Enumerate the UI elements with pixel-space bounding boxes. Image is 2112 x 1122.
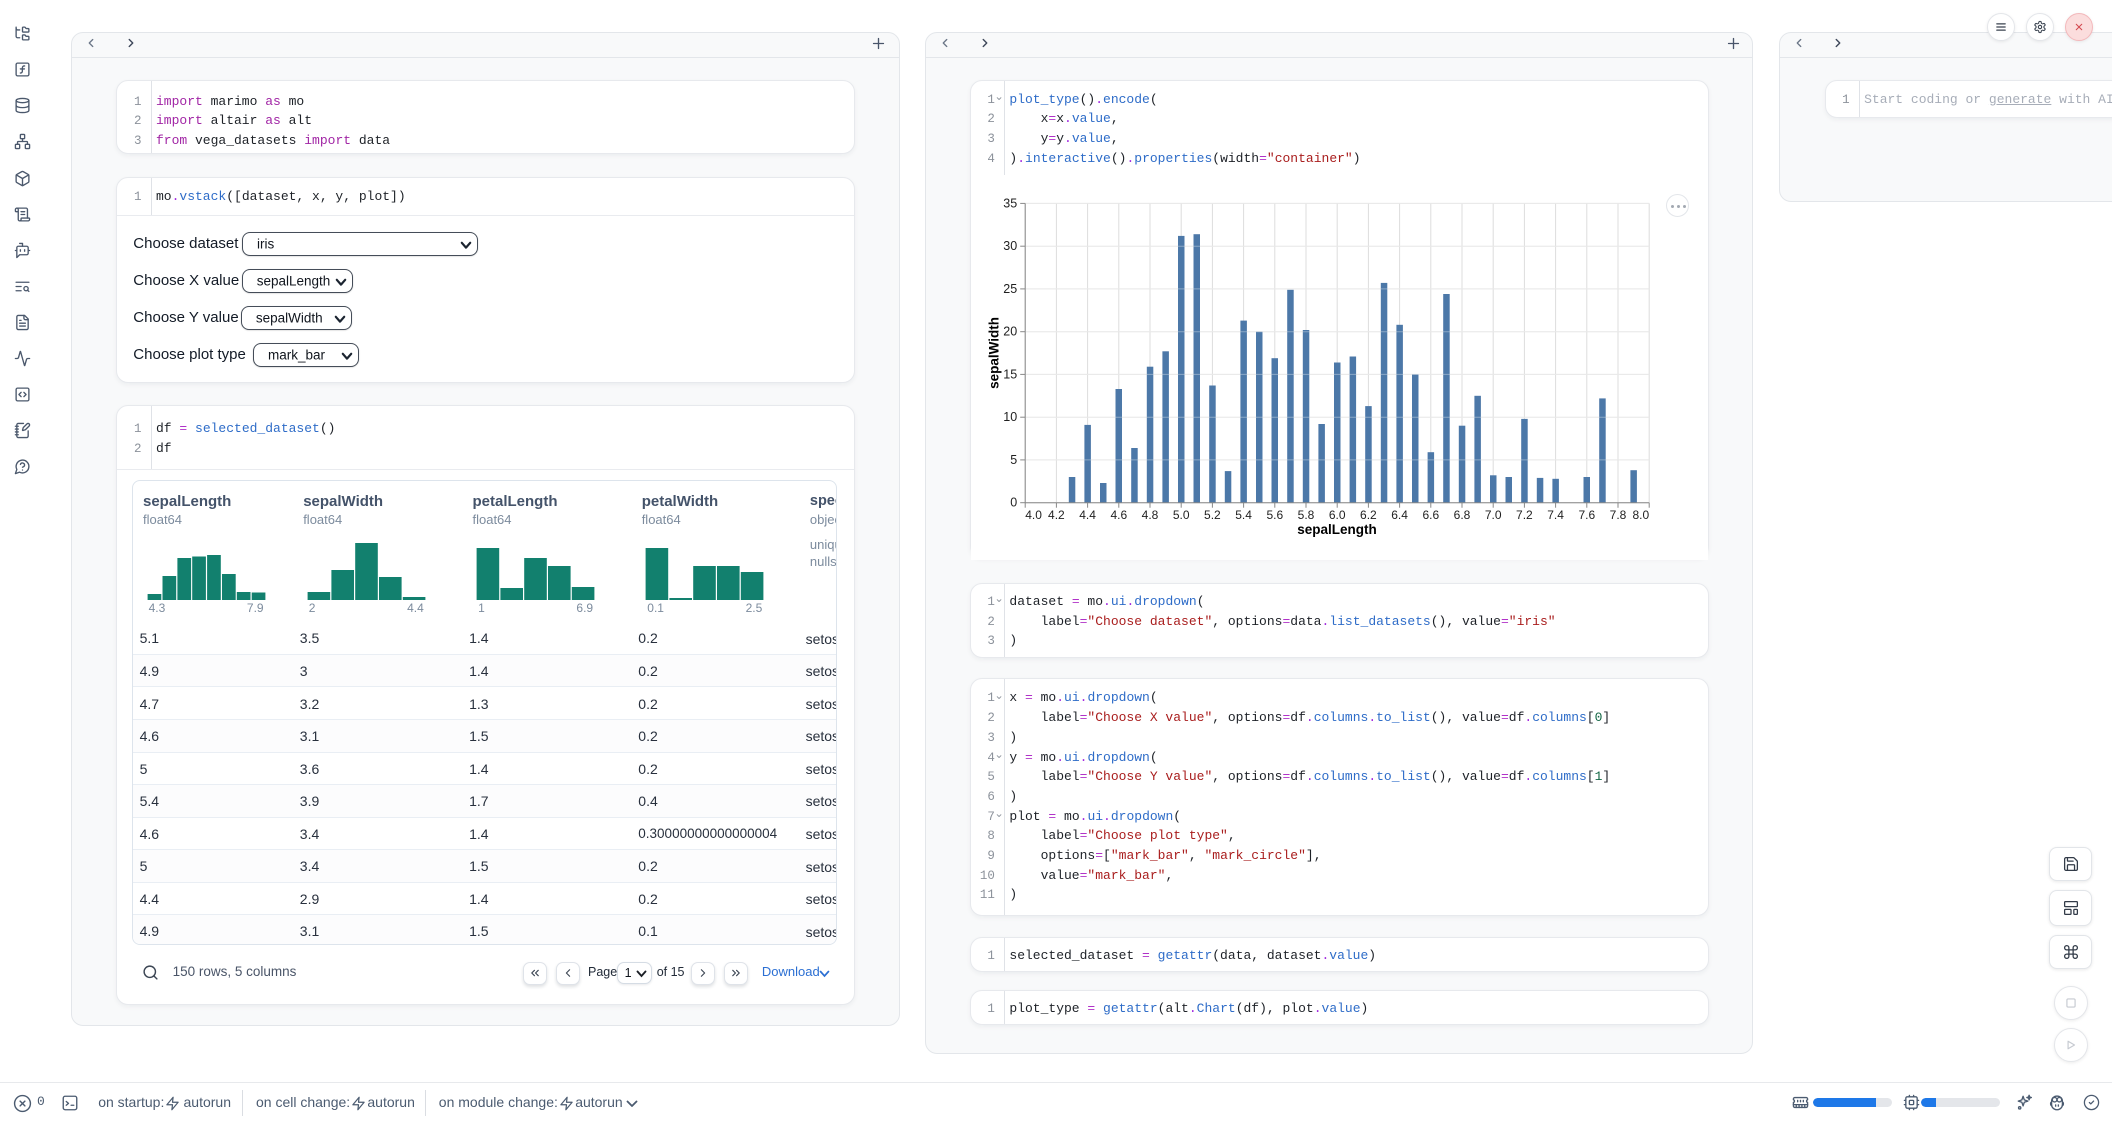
svg-text:8.0: 8.0 <box>1632 507 1649 521</box>
svg-text:7.4: 7.4 <box>1547 507 1564 521</box>
svg-text:5.0: 5.0 <box>1173 507 1190 521</box>
svg-text:7.0: 7.0 <box>1485 507 1502 521</box>
svg-text:30: 30 <box>1003 239 1017 253</box>
svg-text:0: 0 <box>1010 495 1017 509</box>
svg-text:5.2: 5.2 <box>1204 507 1221 521</box>
svg-text:25: 25 <box>1003 281 1017 295</box>
svg-text:7.6: 7.6 <box>1578 507 1595 521</box>
svg-text:5: 5 <box>1010 452 1017 466</box>
svg-text:4.6: 4.6 <box>1110 507 1127 521</box>
svg-text:5.6: 5.6 <box>1266 507 1283 521</box>
svg-text:6.6: 6.6 <box>1422 507 1439 521</box>
svg-text:4.2: 4.2 <box>1048 507 1065 521</box>
svg-text:5.4: 5.4 <box>1235 507 1252 521</box>
svg-text:20: 20 <box>1003 324 1017 338</box>
svg-text:sepalLength: sepalLength <box>1297 522 1377 537</box>
svg-text:6.2: 6.2 <box>1360 507 1377 521</box>
svg-text:6.8: 6.8 <box>1453 507 1470 521</box>
svg-text:35: 35 <box>1003 196 1017 210</box>
svg-text:10: 10 <box>1003 410 1017 424</box>
svg-text:4.8: 4.8 <box>1141 507 1158 521</box>
svg-text:4.0: 4.0 <box>1025 507 1042 521</box>
svg-text:5.8: 5.8 <box>1297 507 1314 521</box>
svg-text:7.8: 7.8 <box>1609 507 1626 521</box>
svg-text:6.4: 6.4 <box>1391 507 1408 521</box>
svg-text:7.2: 7.2 <box>1516 507 1533 521</box>
svg-text:15: 15 <box>1003 367 1017 381</box>
svg-text:6.0: 6.0 <box>1329 507 1346 521</box>
svg-text:sepalWidth: sepalWidth <box>986 317 1001 389</box>
svg-text:4.4: 4.4 <box>1079 507 1096 521</box>
